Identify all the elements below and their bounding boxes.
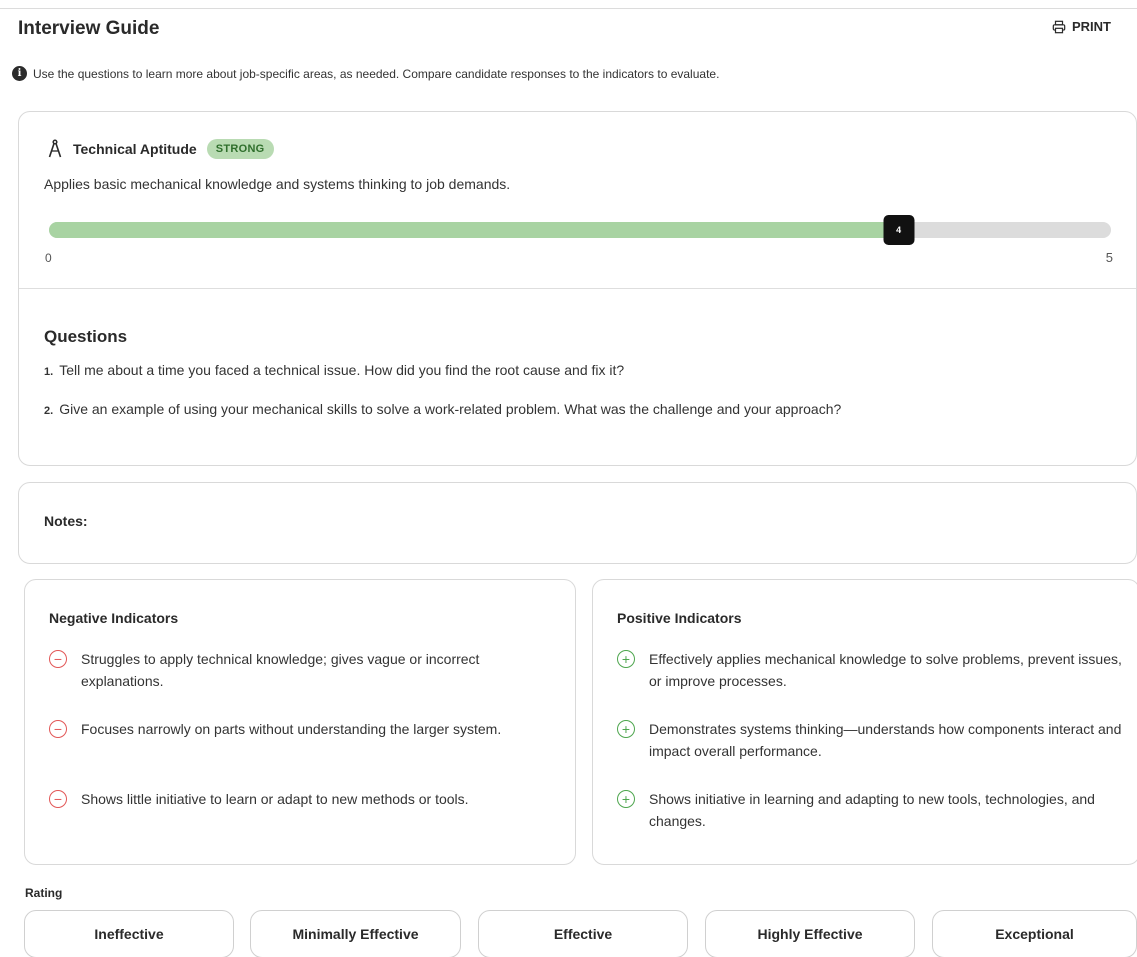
positive-indicators-title: Positive Indicators <box>617 610 742 626</box>
info-banner: i Use the questions to learn more about … <box>12 66 719 81</box>
rating-option-minimally-effective[interactable]: Minimally Effective <box>250 910 461 957</box>
rating-option-highly-effective[interactable]: Highly Effective <box>705 910 915 957</box>
indicator-text: Demonstrates systems thinking—understand… <box>649 721 1122 759</box>
plus-circle-icon: + <box>617 720 635 738</box>
print-button[interactable]: PRINT <box>1052 19 1111 34</box>
question-item: 1. Tell me about a time you faced a techn… <box>44 362 624 378</box>
indicator-text: Focuses narrowly on parts without unders… <box>81 721 502 737</box>
question-item: 2. Give an example of using your mechanic… <box>44 401 841 417</box>
competency-description: Applies basic mechanical knowledge and s… <box>44 176 511 192</box>
negative-indicators-card: Negative Indicators − Struggles to apply… <box>24 579 576 865</box>
scale-min-label: 0 <box>45 251 52 265</box>
rating-option-effective[interactable]: Effective <box>478 910 688 957</box>
scale-max-label: 5 <box>1105 250 1113 265</box>
rating-option-exceptional[interactable]: Exceptional <box>932 910 1137 957</box>
minus-circle-icon: − <box>49 720 67 738</box>
indicator-text: Struggles to apply technical knowledge; … <box>81 651 480 689</box>
positive-indicator-item: + Shows initiative in learning and adapt… <box>617 788 1127 832</box>
section-divider <box>19 288 1136 289</box>
notes-field[interactable]: Notes: <box>18 482 1137 564</box>
competency-header: Technical Aptitude STRONG <box>47 139 274 159</box>
question-text: Tell me about a time you faced a technic… <box>59 362 625 378</box>
top-divider <box>0 8 1137 9</box>
page-title: Interview Guide <box>18 18 160 39</box>
competency-name: Technical Aptitude <box>73 141 197 157</box>
negative-indicator-item: − Shows little initiative to learn or ad… <box>49 788 559 810</box>
slider-thumb[interactable]: 4 <box>883 215 915 245</box>
notes-label: Notes: <box>44 513 88 529</box>
question-number: 2. <box>44 405 54 417</box>
minus-circle-icon: − <box>49 790 67 808</box>
indicator-text: Shows little initiative to learn or adap… <box>81 791 469 807</box>
negative-indicator-item: − Focuses narrowly on parts without unde… <box>49 718 559 740</box>
page-header: Interview Guide PRINT <box>18 18 1118 44</box>
question-text: Give an example of using your mechanical… <box>59 401 842 417</box>
slider-fill <box>49 222 899 238</box>
strength-badge: STRONG <box>206 139 274 159</box>
plus-circle-icon: + <box>617 650 635 668</box>
negative-indicator-item: − Struggles to apply technical knowledge… <box>49 648 559 692</box>
negative-indicators-title: Negative Indicators <box>49 610 179 626</box>
info-icon: i <box>12 66 27 81</box>
compass-icon <box>48 139 62 158</box>
rating-option-ineffective[interactable]: Ineffective <box>24 910 234 957</box>
printer-icon <box>1052 20 1066 33</box>
indicator-text: Effectively applies mechanical knowledge… <box>649 651 1122 689</box>
indicator-text: Shows initiative in learning and adaptin… <box>649 791 1095 829</box>
print-label: PRINT <box>1072 19 1111 34</box>
plus-circle-icon: + <box>617 790 635 808</box>
positive-indicator-item: + Demonstrates systems thinking—understa… <box>617 718 1127 762</box>
questions-heading: Questions <box>44 327 128 346</box>
question-number: 1. <box>44 366 54 378</box>
minus-circle-icon: − <box>49 650 67 668</box>
score-slider[interactable]: 4 <box>49 215 1111 245</box>
positive-indicator-item: + Effectively applies mechanical knowled… <box>617 648 1127 692</box>
rating-label: Rating <box>25 886 63 900</box>
info-text: Use the questions to learn more about jo… <box>33 66 720 81</box>
competency-card: Technical Aptitude STRONG Applies basic … <box>18 111 1137 466</box>
positive-indicators-card: Positive Indicators + Effectively applie… <box>592 579 1137 865</box>
